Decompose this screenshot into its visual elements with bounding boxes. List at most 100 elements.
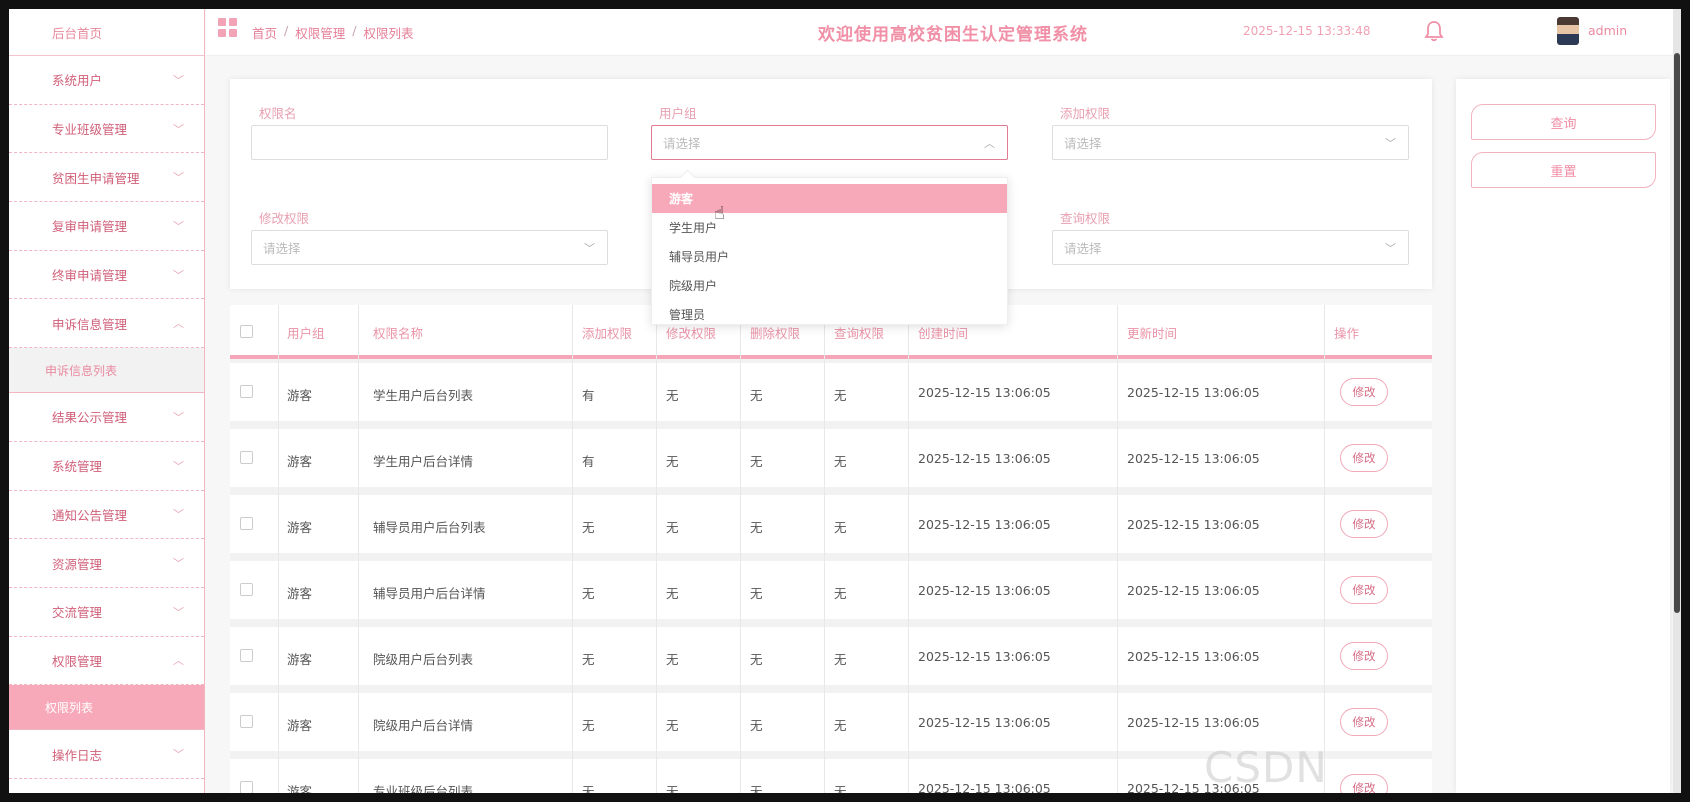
chevron-down-icon: ﹀ [173,508,184,522]
chevron-up-icon: ︿ [173,317,184,331]
row-checkbox[interactable] [240,649,253,662]
col-updated-at: 更新时间 [1127,326,1178,341]
sidebar-item-label: 交流管理 [52,605,103,621]
cell-updated-at: 2025-12-15 13:06:05 [1127,451,1260,466]
dropdown-option[interactable]: 辅导员用户 [652,242,1007,271]
cell-delete-perm: 无 [750,652,763,667]
chevron-down-icon: ﹀ [173,748,184,762]
table-row[interactable]: 游客 辅导员用户后台详情 无 无 无 无 2025-12-15 13:06:05 2025-1… [230,561,1432,619]
cell-updated-at: 2025-12-15 13:06:05 [1127,385,1260,400]
sidebar-item-items2-5[interactable]: 权限管理 ︿ [9,637,204,686]
reset-button[interactable]: 重置 [1471,152,1656,188]
row-checkbox[interactable] [240,583,253,596]
cell-add-perm: 有 [582,454,595,469]
edit-button[interactable]: 修改 [1340,510,1388,538]
row-checkbox[interactable] [240,517,253,530]
chevron-up-icon: ︿ [984,136,995,150]
chevron-down-icon: ﹀ [173,268,184,282]
edit-button[interactable]: 修改 [1340,576,1388,604]
edit-perm-placeholder: 请选择 [263,241,301,256]
query-button[interactable]: 查询 [1471,104,1656,140]
dropdown-option[interactable]: 院级用户 [652,271,1007,300]
sidebar-item-label: 系统管理 [52,459,103,475]
table-row[interactable]: 游客 学生用户后台详情 有 无 无 无 2025-12-15 13:06:05 2025-12… [230,429,1432,487]
cell-updated-at: 2025-12-15 13:06:05 [1127,517,1260,532]
cell-delete-perm: 无 [750,718,763,733]
bell-icon[interactable] [1424,20,1444,42]
sidebar-item-items-0[interactable]: 系统用户 ﹀ [9,56,204,105]
dropdown-option[interactable]: 学生用户 [652,213,1007,242]
sidebar-item-items2-0[interactable]: 结果公示管理 ﹀ [9,393,204,442]
row-checkbox[interactable] [240,385,253,398]
edit-button[interactable]: 修改 [1340,708,1388,736]
dropdown-option[interactable]: 游客 [652,184,1007,213]
edit-button[interactable]: 修改 [1340,642,1388,670]
sidebar: 后台首页 系统用户 ﹀ 专业班级管理 ﹀ 贫困生申请管理 ﹀ 复审申请管理 ﹀ 终审申请管理 ﹀ 申… [9,9,205,793]
sidebar-item-operation-log[interactable]: 操作日志 ﹀ [9,730,204,779]
table-row[interactable]: 游客 学生用户后台列表 有 无 无 无 2025-12-15 13:06:05 2025-12… [230,363,1432,421]
column-divider [656,305,657,793]
sidebar-item-items-1[interactable]: 专业班级管理 ﹀ [9,105,204,154]
cell-perm-name: 院级用户后台详情 [373,718,474,733]
table-row[interactable]: 游客 辅导员用户后台列表 无 无 无 无 2025-12-15 13:06:05 2025-1… [230,495,1432,553]
column-divider [358,305,359,793]
scrollbar-thumb[interactable] [1674,53,1680,613]
column-divider [908,305,909,793]
edit-perm-select[interactable]: 请选择 ﹀ [251,230,608,265]
sidebar-item-items-4[interactable]: 终审申请管理 ﹀ [9,251,204,300]
sidebar-subitem-complaint-list[interactable]: 申诉信息列表 [9,348,204,394]
table-row[interactable]: 游客 院级用户后台列表 无 无 无 无 2025-12-15 13:06:05 2025-12… [230,627,1432,685]
cell-updated-at: 2025-12-15 13:06:05 [1127,583,1260,598]
cell-edit-perm: 无 [666,718,679,733]
breadcrumb-home[interactable]: 首页 [252,23,277,42]
breadcrumb: 首页 / 权限管理 / 权限列表 [252,23,413,42]
sidebar-item-items2-2[interactable]: 通知公告管理 ﹀ [9,491,204,540]
sidebar-item-items2-3[interactable]: 资源管理 ﹀ [9,539,204,588]
dropdown-option[interactable]: 管理员 [652,300,1007,329]
page-title: 欢迎使用高校贫困生认定管理系统 [818,25,1088,45]
chevron-down-icon: ﹀ [173,557,184,571]
cell-query-perm: 无 [834,586,847,601]
select-all-checkbox[interactable] [240,325,253,338]
sidebar-item-items-3[interactable]: 复审申请管理 ﹀ [9,202,204,251]
cell-user-group: 游客 [287,652,313,667]
query-perm-select[interactable]: 请选择 ﹀ [1052,230,1409,265]
sidebar-item-items-2[interactable]: 贫困生申请管理 ﹀ [9,153,204,203]
chevron-down-icon: ﹀ [173,219,184,233]
user-group-select[interactable]: 请选择 ︿ [651,125,1008,160]
username-label[interactable]: admin [1588,23,1627,38]
permission-table: 用户组 权限名称 添加权限 修改权限 删除权限 查询权限 创建时间 更新时间 操… [230,305,1432,793]
sidebar-item-items-5[interactable]: 申诉信息管理 ︿ [9,299,204,349]
cell-edit-perm: 无 [666,454,679,469]
row-checkbox[interactable] [240,781,253,793]
perm-name-input[interactable] [251,125,608,160]
cell-created-at: 2025-12-15 13:06:05 [918,781,1051,793]
cell-query-perm: 无 [834,784,847,793]
grid-menu-icon[interactable] [218,18,237,37]
edit-button[interactable]: 修改 [1340,378,1388,406]
row-checkbox[interactable] [240,715,253,728]
breadcrumb-separator: / [284,23,289,38]
sidebar-item-label: 系统用户 [52,73,103,89]
query-perm-label: 查询权限 [1060,211,1111,226]
cell-add-perm: 无 [582,520,595,535]
add-perm-select[interactable]: 请选择 ﹀ [1052,125,1409,160]
cell-updated-at: 2025-12-15 13:06:05 [1127,649,1260,664]
avatar[interactable] [1557,17,1579,45]
datetime-display: 2025-12-15 13:33:48 [1243,24,1371,38]
cell-user-group: 游客 [287,718,313,733]
row-checkbox[interactable] [240,451,253,464]
sidebar-item-items2-4[interactable]: 交流管理 ﹀ [9,588,204,637]
breadcrumb-separator: / [352,23,357,38]
col-user-group: 用户组 [287,326,325,341]
sidebar-item-label: 贫困生申请管理 [52,170,140,186]
sidebar-subitem-permission-list[interactable]: 权限列表 [9,685,204,731]
sidebar-item-label: 申诉信息管理 [52,316,128,332]
add-perm-label: 添加权限 [1060,106,1111,121]
edit-button[interactable]: 修改 [1340,444,1388,472]
cell-edit-perm: 无 [666,388,679,403]
sidebar-item-home[interactable]: 后台首页 [9,9,204,56]
breadcrumb-permission-management[interactable]: 权限管理 [295,23,345,42]
sidebar-item-items2-1[interactable]: 系统管理 ﹀ [9,442,204,491]
cell-add-perm: 无 [582,718,595,733]
